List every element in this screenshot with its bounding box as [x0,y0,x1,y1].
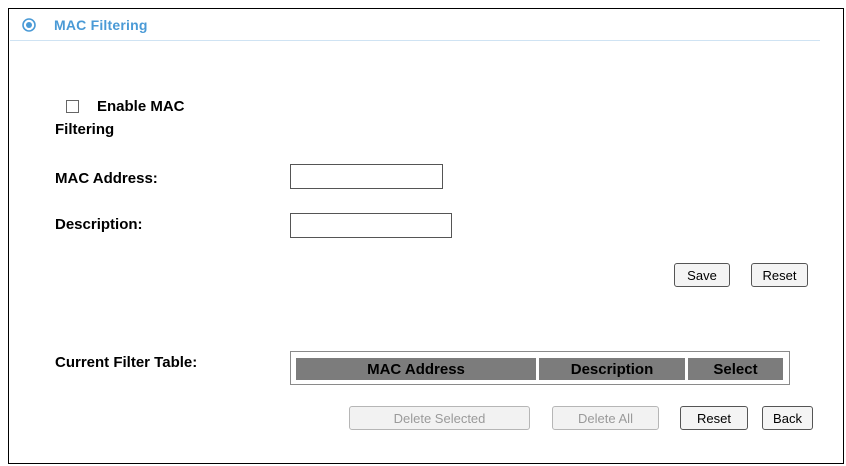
filter-table: MAC Address Description Select [290,351,790,385]
page-title: MAC Filtering [54,17,148,33]
description-label: Description: [55,216,143,233]
save-button[interactable]: Save [674,263,730,287]
delete-selected-button[interactable]: Delete Selected [349,406,530,430]
column-header-description: Description [539,358,685,380]
column-header-mac-address: MAC Address [296,358,536,380]
current-filter-table-label: Current Filter Table: [55,354,198,371]
column-header-select: Select [688,358,783,380]
back-button[interactable]: Back [762,406,813,430]
enable-mac-filtering-label: Enable MAC Filtering [55,98,185,138]
reset-form-button[interactable]: Reset [751,263,808,287]
description-input[interactable] [290,213,452,238]
mac-address-input[interactable] [290,164,443,189]
section-header: MAC Filtering [10,14,820,41]
reset-table-button[interactable]: Reset [680,406,748,430]
delete-all-button[interactable]: Delete All [552,406,659,430]
mac-address-label: MAC Address: [55,170,158,187]
target-icon [22,18,36,32]
